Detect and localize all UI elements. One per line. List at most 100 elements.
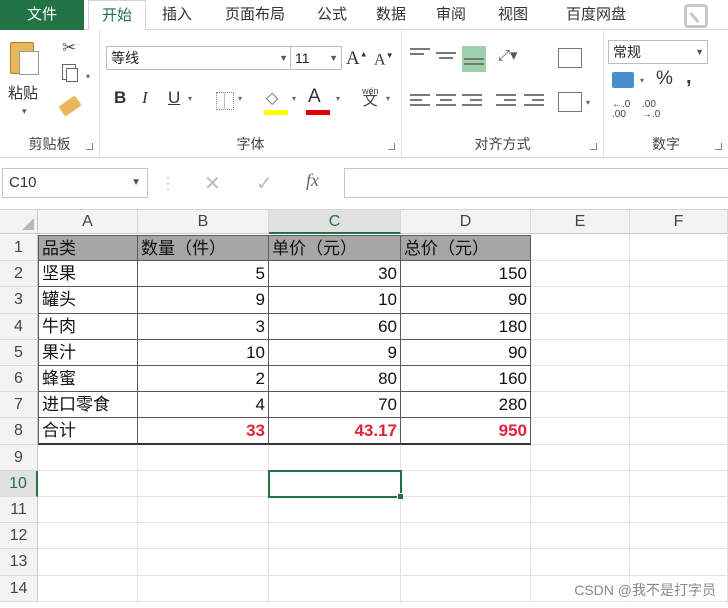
cancel-button[interactable]: ✕ <box>204 171 221 196</box>
row-header-2[interactable]: 2 <box>0 261 38 288</box>
column-header-e[interactable]: E <box>531 210 630 234</box>
cell-f9[interactable] <box>630 444 728 471</box>
phonetic-dropdown-icon[interactable]: ▾ <box>386 94 390 103</box>
cell-e13[interactable] <box>531 549 630 576</box>
cell-f13[interactable] <box>630 549 728 576</box>
column-header-d[interactable]: D <box>401 210 531 234</box>
align-center-icon[interactable] <box>436 94 456 110</box>
cell-b4[interactable]: 3 <box>138 313 269 340</box>
cell-e12[interactable] <box>531 523 630 550</box>
name-box[interactable]: C10 ▼ <box>2 168 148 198</box>
row-header-8[interactable]: 8 <box>0 418 38 445</box>
phonetic-guide-icon[interactable]: wén 文 <box>362 86 379 108</box>
align-middle-icon[interactable] <box>436 52 456 68</box>
cell-d12[interactable] <box>401 523 531 550</box>
column-header-a[interactable]: A <box>38 210 138 234</box>
cell-d10[interactable] <box>401 470 531 497</box>
cell-d11[interactable] <box>401 497 531 524</box>
cell-b8[interactable]: 33 <box>138 418 269 445</box>
row-header-5[interactable]: 5 <box>0 339 38 366</box>
percent-button[interactable]: % <box>656 68 673 90</box>
cell-c6[interactable]: 80 <box>269 366 401 393</box>
cell-e5[interactable] <box>531 339 630 366</box>
cell-b10[interactable] <box>138 470 269 497</box>
shrink-font-icon[interactable]: A▼ <box>374 51 393 69</box>
cell-e8[interactable] <box>531 418 630 445</box>
row-header-10[interactable]: 10 <box>0 470 38 497</box>
row-header-9[interactable]: 9 <box>0 444 38 471</box>
cell-c3[interactable]: 10 <box>269 287 401 314</box>
border-icon[interactable] <box>216 92 234 110</box>
cell-e6[interactable] <box>531 366 630 393</box>
merge-dropdown-icon[interactable]: ▾ <box>586 98 590 107</box>
row-header-4[interactable]: 4 <box>0 313 38 340</box>
alignment-launcher-icon[interactable] <box>590 143 597 150</box>
cell-d14[interactable] <box>401 575 531 602</box>
align-bottom-icon[interactable] <box>462 46 486 72</box>
tab-file[interactable]: 文件 <box>0 0 84 30</box>
row-header-13[interactable]: 13 <box>0 549 38 576</box>
cell-e3[interactable] <box>531 287 630 314</box>
cell-c12[interactable] <box>269 523 401 550</box>
cell-c2[interactable]: 30 <box>269 261 401 288</box>
cell-b13[interactable] <box>138 549 269 576</box>
tab-view[interactable]: 视图 <box>484 0 542 30</box>
cell-c4[interactable]: 60 <box>269 313 401 340</box>
copy-icon[interactable] <box>62 64 78 82</box>
cell-b12[interactable] <box>138 523 269 550</box>
fill-dropdown-icon[interactable]: ▾ <box>292 94 296 103</box>
formula-input[interactable] <box>344 168 728 198</box>
cell-a10[interactable] <box>38 470 138 497</box>
enter-button[interactable]: ✓ <box>256 171 273 196</box>
row-header-1[interactable]: 1 <box>0 235 38 262</box>
insert-function-button[interactable]: fx <box>306 170 319 191</box>
cell-f10[interactable] <box>630 470 728 497</box>
cell-c5[interactable]: 9 <box>269 339 401 366</box>
cell-d5[interactable]: 90 <box>401 339 531 366</box>
increase-decimal-button[interactable]: ←.0.00 <box>612 100 630 120</box>
cell-d3[interactable]: 90 <box>401 287 531 314</box>
fill-color-icon[interactable]: ◇ <box>266 88 278 108</box>
cell-f2[interactable] <box>630 261 728 288</box>
column-header-b[interactable]: B <box>138 210 269 234</box>
tab-data[interactable]: 数据 <box>362 0 420 30</box>
cell-e10[interactable] <box>531 470 630 497</box>
tab-baidu-netdisk[interactable]: 百度网盘 <box>546 0 646 30</box>
cell-a11[interactable] <box>38 497 138 524</box>
cell-b5[interactable]: 10 <box>138 339 269 366</box>
cell-a2[interactable]: 坚果 <box>38 261 138 288</box>
font-launcher-icon[interactable] <box>388 143 395 150</box>
cell-a12[interactable] <box>38 523 138 550</box>
cell-c11[interactable] <box>269 497 401 524</box>
increase-indent-icon[interactable] <box>524 94 544 110</box>
cell-a7[interactable]: 进口零食 <box>38 392 138 419</box>
row-header-11[interactable]: 11 <box>0 497 38 524</box>
cell-a14[interactable] <box>38 575 138 602</box>
comma-style-button[interactable]: , <box>686 66 692 89</box>
align-right-icon[interactable] <box>462 94 482 110</box>
cell-c9[interactable] <box>269 444 401 471</box>
cell-d8[interactable]: 950 <box>401 418 531 445</box>
font-color-dropdown-icon[interactable]: ▾ <box>336 94 340 103</box>
cell-d6[interactable]: 160 <box>401 366 531 393</box>
cell-c14[interactable] <box>269 575 401 602</box>
clipboard-launcher-icon[interactable] <box>86 143 93 150</box>
tab-insert[interactable]: 插入 <box>148 0 206 30</box>
orientation-icon[interactable]: ⤢▾ <box>498 46 518 64</box>
column-header-f[interactable]: F <box>630 210 728 234</box>
align-top-icon[interactable] <box>410 48 430 64</box>
cell-d2[interactable]: 150 <box>401 261 531 288</box>
cell-d1[interactable]: 总价（元） <box>401 235 531 262</box>
cell-b11[interactable] <box>138 497 269 524</box>
cell-a3[interactable]: 罐头 <box>38 287 138 314</box>
cell-e7[interactable] <box>531 392 630 419</box>
column-header-c[interactable]: C <box>269 210 401 234</box>
cell-a4[interactable]: 牛肉 <box>38 313 138 340</box>
cell-b2[interactable]: 5 <box>138 261 269 288</box>
cell-a13[interactable] <box>38 549 138 576</box>
cell-b14[interactable] <box>138 575 269 602</box>
row-header-7[interactable]: 7 <box>0 392 38 419</box>
select-all-button[interactable] <box>0 210 38 234</box>
cell-e9[interactable] <box>531 444 630 471</box>
cell-e11[interactable] <box>531 497 630 524</box>
